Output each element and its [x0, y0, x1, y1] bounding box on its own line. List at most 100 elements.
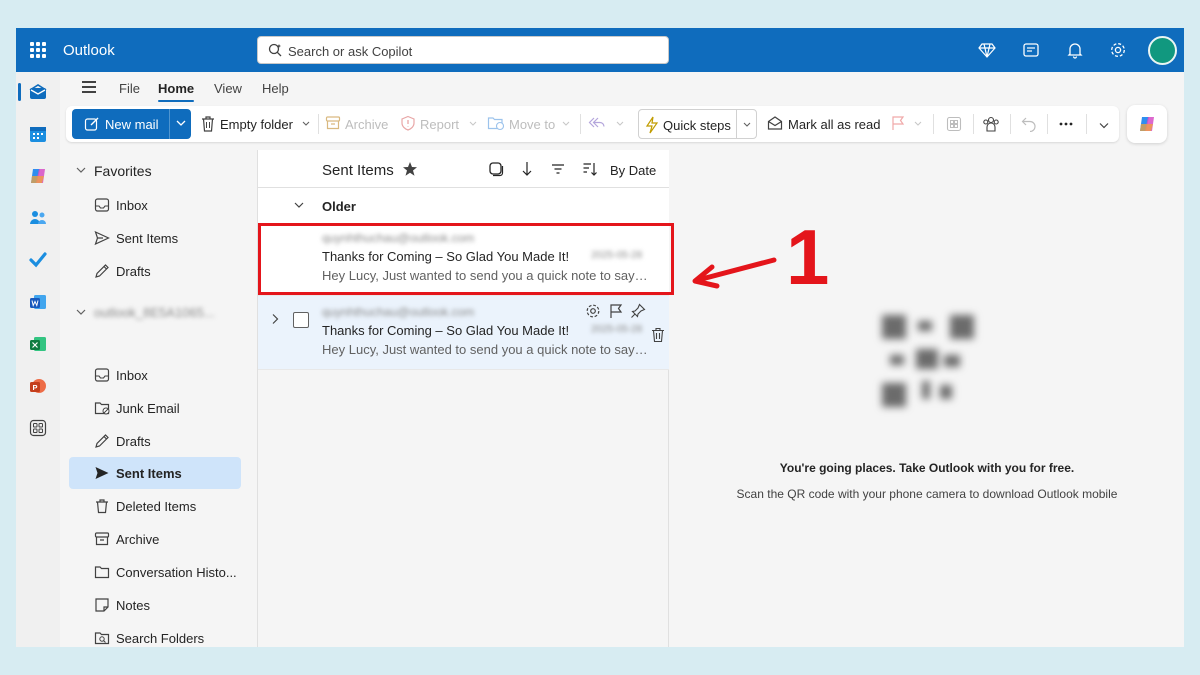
folder-item-junk-email[interactable]: Junk Email: [69, 392, 241, 424]
folder-item-sent-items[interactable]: Sent Items: [69, 457, 241, 489]
star-icon[interactable]: [402, 161, 418, 177]
chevron-down-icon[interactable]: [616, 121, 624, 127]
folder-label: Deleted Items: [116, 499, 197, 514]
favorites-item-drafts[interactable]: Drafts: [69, 255, 241, 287]
message-item[interactable]: quynhthuchau@outlook.com 2025-05-28 Than…: [258, 296, 669, 370]
mail-icon[interactable]: [28, 82, 48, 102]
folder-item-conversation-history[interactable]: Conversation Histo...: [69, 556, 241, 588]
people-icon[interactable]: [28, 208, 48, 228]
search-icon: [268, 43, 282, 57]
favorites-item-inbox[interactable]: Inbox: [69, 189, 241, 221]
app-rail: P: [16, 72, 60, 647]
filter-icon[interactable]: [550, 161, 566, 177]
folder-item-deleted-items[interactable]: Deleted Items: [69, 490, 241, 522]
search-folder-icon: [94, 632, 110, 645]
word-icon[interactable]: [28, 292, 48, 312]
menu-home[interactable]: Home: [158, 81, 195, 102]
folder-label: Drafts: [116, 264, 151, 279]
favorites-item-sent-items[interactable]: Sent Items: [69, 222, 241, 254]
folder-item-inbox[interactable]: Inbox: [69, 359, 241, 391]
report-button[interactable]: Report: [400, 106, 477, 142]
flag-icon[interactable]: [608, 303, 624, 319]
chevron-down-icon: [294, 202, 304, 208]
group-header-older[interactable]: Older: [258, 188, 669, 222]
pin-icon[interactable]: [630, 303, 646, 319]
note-icon: [95, 598, 109, 612]
select-mode-icon[interactable]: [488, 161, 504, 177]
ribbon-divider: [1047, 114, 1048, 134]
groups-icon[interactable]: [982, 115, 1000, 133]
ribbon-divider: [1010, 114, 1011, 134]
inbox-icon: [94, 368, 110, 382]
ribbon-divider: [580, 114, 581, 134]
chevron-down-icon[interactable]: [562, 121, 570, 127]
powerpoint-icon[interactable]: P: [28, 376, 48, 396]
chevron-down-icon[interactable]: [302, 121, 310, 127]
search-input[interactable]: Search or ask Copilot: [257, 36, 669, 64]
mark-all-read-button[interactable]: Mark all as read: [767, 106, 880, 142]
jump-to-icon[interactable]: [520, 161, 534, 177]
view-grid-icon[interactable]: [946, 116, 962, 132]
outlook-window: Outlook Search or ask Copilot P File Hom…: [16, 28, 1184, 647]
more-apps-icon[interactable]: [28, 418, 48, 438]
folder-label: Conversation Histo...: [116, 565, 237, 580]
svg-text:P: P: [33, 383, 38, 392]
mobile-promo-body: Scan the QR code with your phone camera …: [736, 487, 1118, 501]
menu-file[interactable]: File: [119, 81, 140, 96]
chevron-down-icon[interactable]: [176, 119, 186, 127]
folder-item-archive[interactable]: Archive: [69, 523, 241, 555]
ribbon-toolbar: New mail Empty folder Archive Report Mov…: [66, 106, 1119, 142]
rail-active-indicator: [18, 83, 21, 101]
copilot-button[interactable]: [1127, 105, 1167, 143]
quick-steps-button[interactable]: Quick steps: [638, 109, 757, 139]
message-checkbox[interactable]: [293, 312, 309, 328]
todo-icon[interactable]: [28, 250, 48, 270]
folder-item-search-folders[interactable]: Search Folders: [69, 622, 241, 647]
chevron-down-icon[interactable]: [743, 122, 751, 128]
empty-folder-button[interactable]: Empty folder: [200, 106, 310, 142]
folder-label: Sent Items: [116, 466, 182, 481]
sort-label[interactable]: By Date: [610, 163, 656, 178]
chevron-down-icon[interactable]: [914, 121, 922, 127]
menu-bar: File Home View Help: [60, 72, 1184, 102]
undo-icon[interactable]: [1021, 116, 1037, 132]
sort-icon[interactable]: [582, 161, 598, 177]
folder-item-drafts[interactable]: Drafts: [69, 425, 241, 457]
reply-all-button[interactable]: [588, 106, 630, 142]
menu-help[interactable]: Help: [262, 81, 289, 96]
inbox-icon: [94, 198, 110, 212]
chevron-right-icon[interactable]: [271, 313, 279, 325]
folder-item-notes[interactable]: Notes: [69, 589, 241, 621]
reading-pane: You're going places. Take Outlook with y…: [670, 150, 1184, 647]
more-options-icon[interactable]: [1059, 122, 1073, 126]
archive-icon: [94, 532, 110, 546]
avatar[interactable]: [1148, 36, 1177, 65]
new-mail-divider: [169, 109, 170, 139]
excel-icon[interactable]: [28, 334, 48, 354]
copilot-icon[interactable]: [28, 166, 48, 186]
send-icon: [94, 230, 110, 246]
folder-label: Inbox: [116, 368, 148, 383]
new-mail-button[interactable]: New mail: [72, 109, 191, 139]
move-to-button[interactable]: Move to: [487, 106, 571, 142]
new-mail-label: New mail: [105, 117, 159, 132]
chevron-down-icon[interactable]: [469, 121, 477, 127]
compose-icon: [84, 117, 99, 131]
archive-button[interactable]: Archive: [325, 106, 399, 142]
app-launcher-icon[interactable]: [30, 42, 46, 58]
flag-button[interactable]: [891, 106, 925, 142]
diamond-icon[interactable]: [978, 41, 996, 59]
hamburger-icon[interactable]: [82, 81, 96, 93]
gear-icon[interactable]: [585, 303, 601, 319]
menu-view[interactable]: View: [214, 81, 242, 96]
board-icon[interactable]: [1022, 41, 1040, 59]
bell-icon[interactable]: [1066, 41, 1084, 59]
gear-icon[interactable]: [1109, 41, 1127, 59]
calendar-icon[interactable]: [28, 124, 48, 144]
quick-steps-label: Quick steps: [663, 118, 731, 133]
top-bar: Outlook Search or ask Copilot: [16, 28, 1184, 72]
empty-folder-label: Empty folder: [220, 117, 293, 132]
expand-ribbon-icon[interactable]: [1099, 122, 1109, 129]
flag-icon: [892, 116, 905, 130]
trash-icon[interactable]: [651, 327, 665, 343]
